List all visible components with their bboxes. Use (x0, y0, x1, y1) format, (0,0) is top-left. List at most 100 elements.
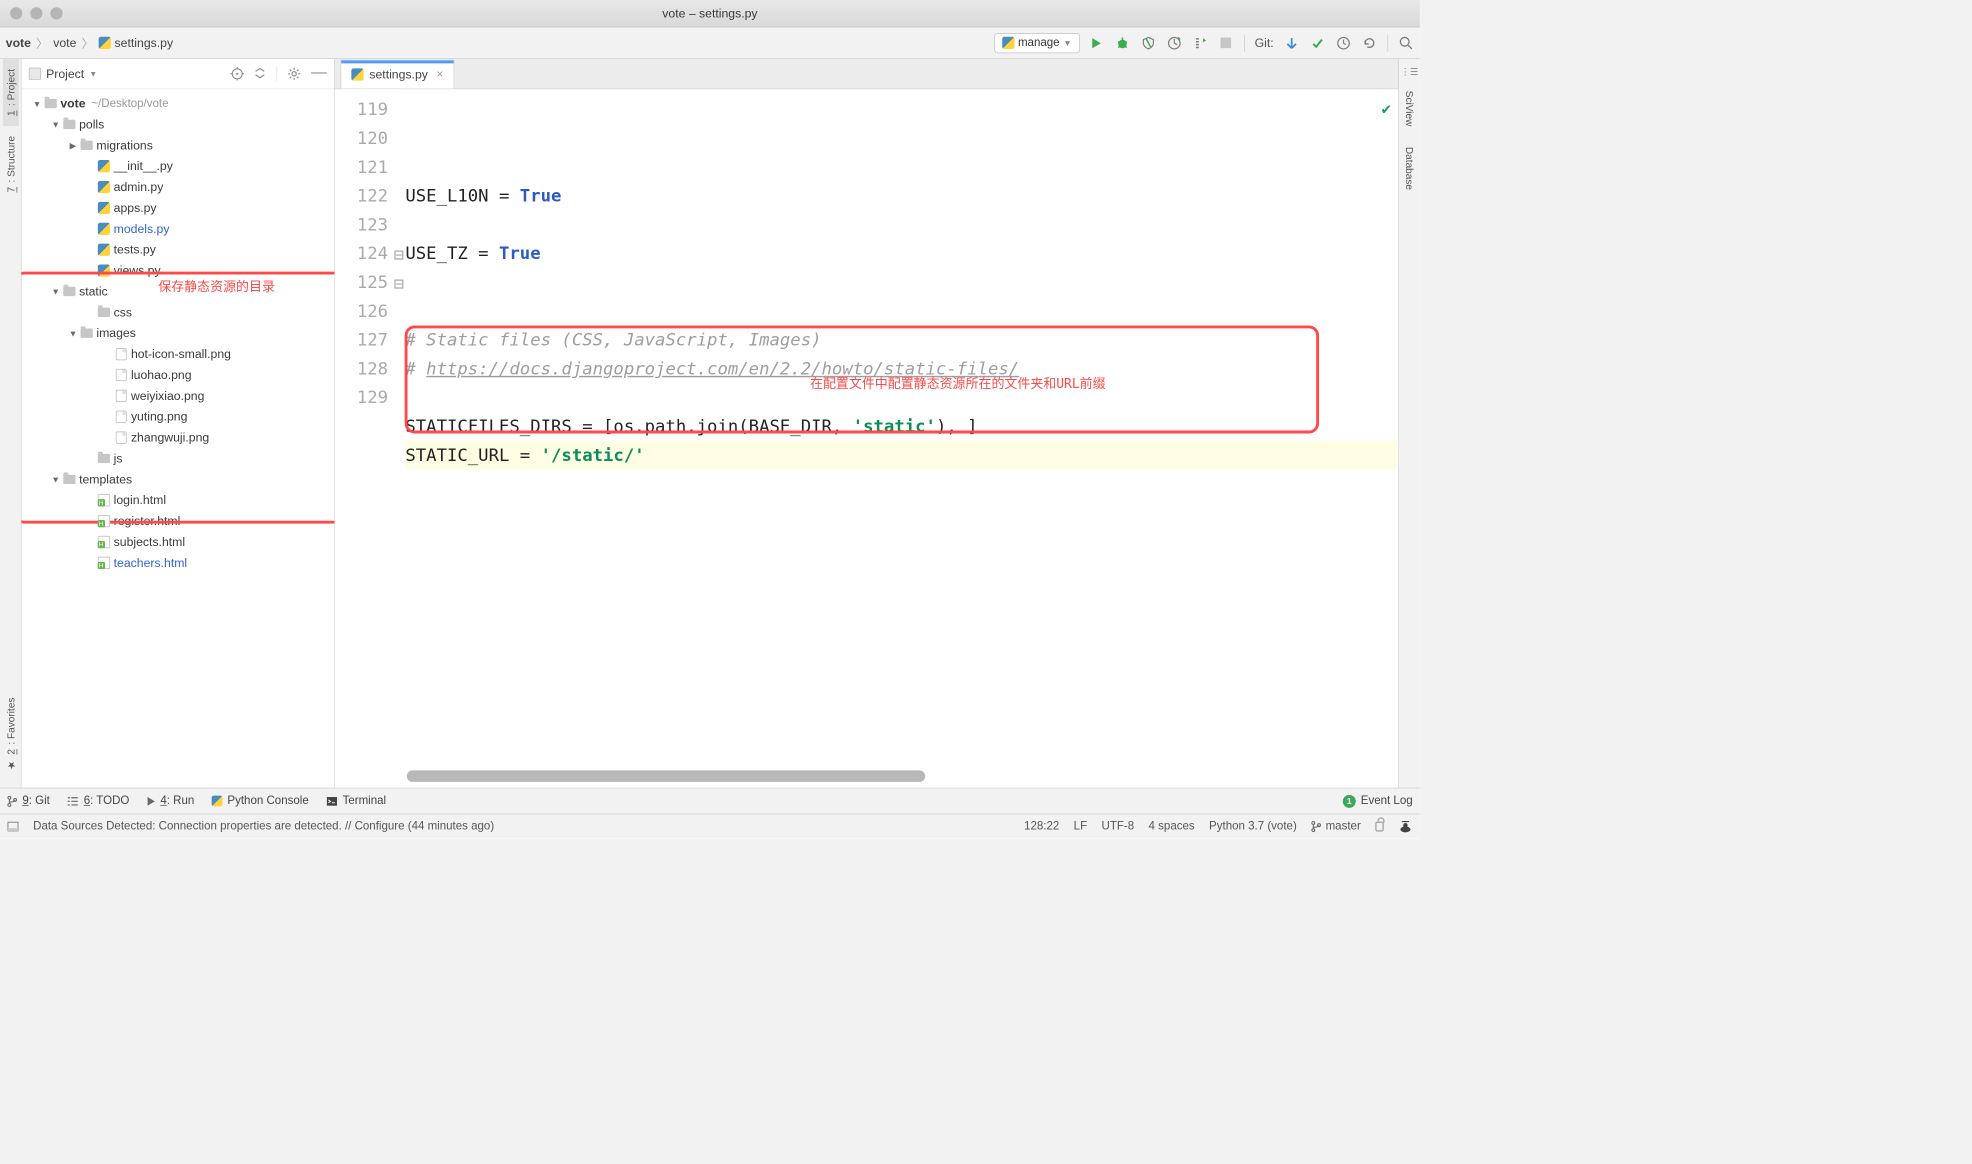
bottom-tab-todo[interactable]: 6: TODO (67, 795, 129, 808)
tree-node[interactable]: ▼vote~/Desktop/vote (26, 93, 334, 114)
breadcrumb-root[interactable]: vote (6, 36, 31, 50)
file-encoding[interactable]: UTF-8 (1102, 820, 1135, 833)
tree-node[interactable]: ▼polls (26, 114, 334, 135)
status-rect-icon[interactable] (7, 821, 19, 831)
close-window-button[interactable] (10, 7, 22, 19)
close-tab-icon[interactable]: × (437, 68, 444, 81)
interpreter[interactable]: Python 3.7 (vote) (1209, 820, 1297, 833)
hector-icon[interactable] (1398, 820, 1412, 833)
locate-icon[interactable] (230, 67, 244, 81)
project-view-selector[interactable]: Project ▼ (29, 67, 225, 81)
search-everywhere-button[interactable] (1398, 35, 1414, 51)
tool-tab-structure[interactable]: 7: Structure (3, 126, 19, 203)
minimize-window-button[interactable] (30, 7, 42, 19)
bottom-tab-terminal[interactable]: Terminal (326, 795, 386, 808)
tree-node[interactable]: tests.py (26, 239, 334, 260)
event-log-label: Event Log (1361, 795, 1413, 808)
tool-tab-sciview[interactable]: SciView (1401, 81, 1417, 137)
tree-node[interactable]: apps.py (26, 197, 334, 218)
tree-node[interactable]: ▼images (26, 323, 334, 344)
tool-tab-database[interactable]: Database (1401, 136, 1417, 199)
code-line[interactable]: STATIC_URL = '/static/' (405, 441, 1398, 470)
python-file-icon (99, 37, 111, 49)
bottom-tab-pyconsole[interactable]: Python Console (212, 795, 309, 808)
code-line[interactable] (405, 297, 1398, 326)
breadcrumb[interactable]: vote 〉 vote 〉 settings.py (6, 34, 994, 52)
tree-node[interactable]: weiyixiao.png (26, 385, 334, 406)
code-content[interactable]: ✔ USE_L10N = True USE_TZ = True # Static… (398, 89, 1398, 787)
lock-icon[interactable] (1375, 821, 1384, 831)
tool-tab-project[interactable]: 1: Project (3, 59, 19, 126)
tree-node[interactable]: models.py (26, 218, 334, 239)
code-line[interactable]: USE_L10N = True (405, 181, 1398, 210)
tree-node[interactable]: js (26, 448, 334, 469)
tree-node[interactable]: ▶migrations (26, 135, 334, 156)
code-line[interactable] (405, 268, 1398, 297)
line-ending[interactable]: LF (1074, 820, 1087, 833)
project-sidebar: Project ▼ — 保存静态资源的目录 ▼vote~/Desktop/vot… (22, 59, 335, 788)
breadcrumb-item[interactable]: vote (53, 36, 76, 50)
breadcrumb-file[interactable]: settings.py (115, 36, 174, 50)
bottom-tab-run[interactable]: 4: Run (147, 795, 195, 808)
expand-all-icon[interactable] (254, 67, 266, 81)
horizontal-scrollbar[interactable] (407, 770, 925, 782)
tree-node[interactable]: teachers.html (26, 552, 334, 573)
bottom-tab-git[interactable]: 9: Git (7, 795, 50, 808)
stop-button (1218, 35, 1234, 51)
sidebar-title: Project (46, 67, 84, 81)
bottom-tool-tabs: 9: Git 6: TODO 4: Run Python Console Termina… (0, 788, 1420, 814)
rollback-button[interactable] (1362, 35, 1378, 51)
code-editor[interactable]: 119120121122123124125126127128129 ✔ USE_… (335, 89, 1398, 787)
tree-node[interactable]: admin.py (26, 176, 334, 197)
event-log-button[interactable]: 1 Event Log (1343, 795, 1413, 808)
run-button[interactable] (1088, 35, 1104, 51)
window-title: vote – settings.py (0, 6, 1420, 20)
settings-icon[interactable] (287, 67, 301, 81)
status-message[interactable]: Data Sources Detected: Connection proper… (33, 820, 494, 833)
annotation-label-tree: 保存静态资源的目录 (158, 276, 275, 295)
cursor-position[interactable]: 128:22 (1024, 820, 1059, 833)
tree-node[interactable]: __init__.py (26, 156, 334, 177)
chevron-down-icon: ▼ (89, 69, 97, 78)
profile-button[interactable] (1166, 35, 1182, 51)
run-configuration-selector[interactable]: manage ▼ (994, 33, 1079, 53)
analysis-ok-icon: ✔ (1382, 95, 1392, 124)
chevron-down-icon: ▼ (1063, 38, 1072, 48)
tab-label: settings.py (369, 67, 428, 81)
code-line[interactable]: STATICFILES_DIRS = [os.path.join(BASE_DI… (405, 412, 1398, 441)
status-bar: Data Sources Detected: Connection proper… (0, 814, 1420, 838)
tree-node[interactable]: hot-icon-small.png (26, 343, 334, 364)
code-line[interactable] (405, 469, 1398, 498)
hide-icon[interactable]: — (311, 67, 327, 81)
tree-node[interactable]: ▼templates (26, 469, 334, 490)
titlebar: vote – settings.py (0, 0, 1420, 27)
code-line[interactable]: # Static files (CSS, JavaScript, Images) (405, 325, 1398, 354)
editor-tabs: settings.py × (335, 59, 1398, 89)
branch-icon (1311, 820, 1321, 832)
layout-settings-icon[interactable]: ⋮☰ (1401, 63, 1419, 80)
debug-button[interactable] (1114, 35, 1130, 51)
tree-node[interactable]: zhangwuji.png (26, 427, 334, 448)
concurrency-button[interactable] (1192, 35, 1208, 51)
indent-setting[interactable]: 4 spaces (1149, 820, 1195, 833)
tree-node[interactable]: luohao.png (26, 364, 334, 385)
tree-node[interactable]: subjects.html (26, 531, 334, 552)
code-line[interactable]: USE_TZ = True (405, 239, 1398, 268)
tree-node[interactable]: login.html (26, 490, 334, 511)
zoom-window-button[interactable] (50, 7, 62, 19)
git-branch[interactable]: master (1311, 820, 1361, 833)
commit-button[interactable] (1310, 35, 1326, 51)
code-line[interactable] (405, 210, 1398, 239)
editor-tab-settings[interactable]: settings.py × (341, 60, 454, 89)
tool-tab-favorites[interactable]: ★ 2: Favorites (3, 687, 19, 780)
run-coverage-button[interactable] (1140, 35, 1156, 51)
history-button[interactable] (1336, 35, 1352, 51)
right-tool-strip: ⋮☰ SciViewDatabase (1398, 59, 1420, 788)
tree-node[interactable]: register.html (26, 510, 334, 531)
tree-node[interactable]: yuting.png (26, 406, 334, 427)
tree-node[interactable]: css (26, 302, 334, 323)
update-project-button[interactable] (1284, 35, 1300, 51)
project-tree[interactable]: 保存静态资源的目录 ▼vote~/Desktop/vote▼polls▶migr… (22, 89, 334, 787)
fold-marker[interactable]: ⊟ (392, 240, 405, 269)
fold-marker[interactable]: ⊟ (392, 269, 405, 298)
